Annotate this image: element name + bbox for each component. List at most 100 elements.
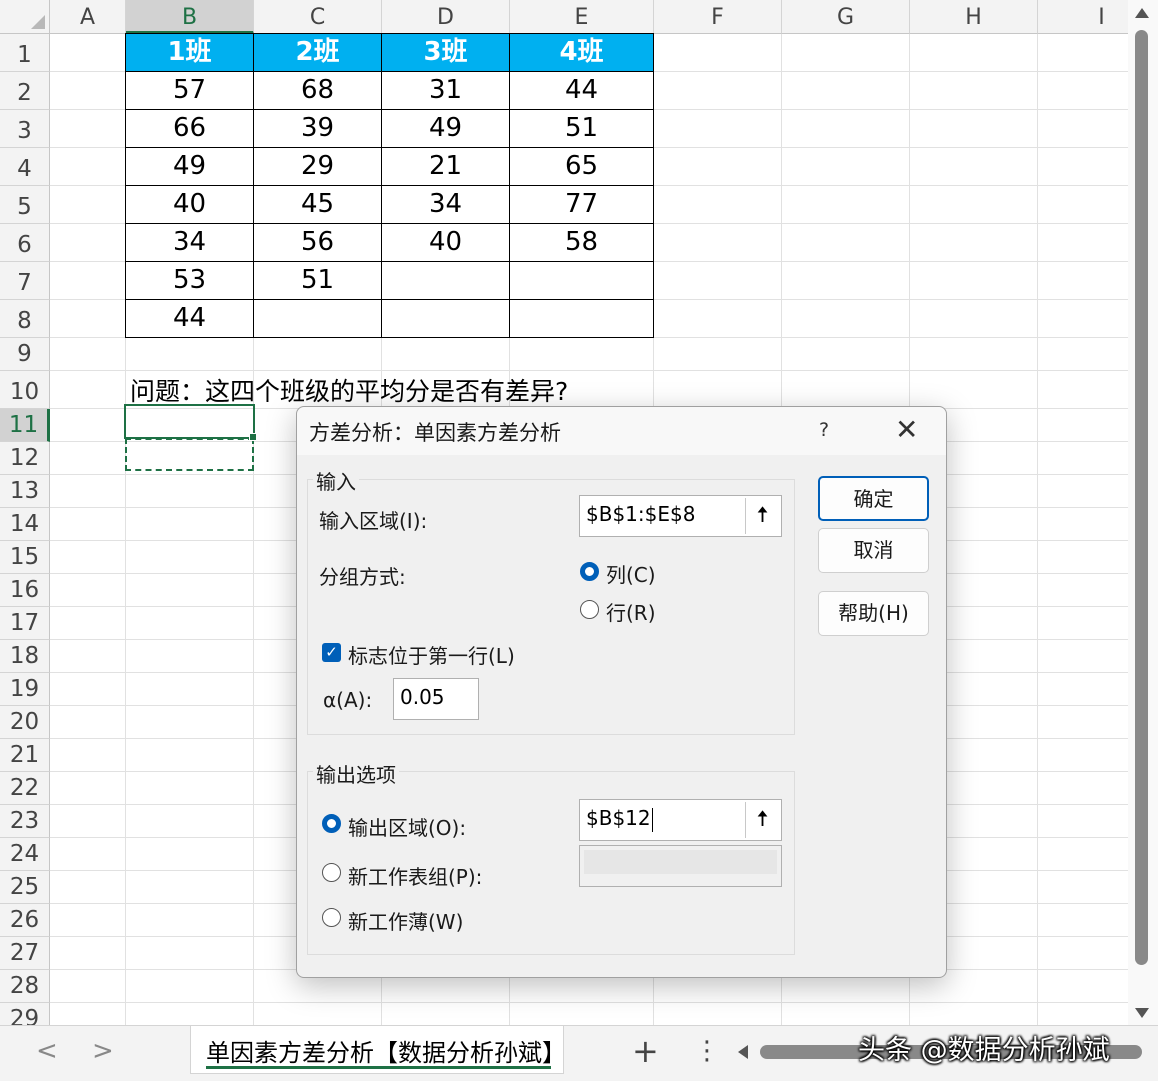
input-range-field[interactable]: $B$1:$E$8 🠅 bbox=[579, 495, 782, 537]
table-cell[interactable]: 45 bbox=[253, 185, 382, 224]
more-options-icon[interactable]: ⋮ bbox=[694, 1036, 720, 1066]
help-button[interactable]: 帮助(H) bbox=[818, 591, 929, 636]
column-header-e[interactable]: E bbox=[510, 0, 654, 34]
table-header-class3[interactable]: 3班 bbox=[381, 33, 510, 72]
row-header-12[interactable]: 12 bbox=[0, 442, 50, 475]
table-header-class4[interactable]: 4班 bbox=[509, 33, 654, 72]
table-cell[interactable]: 44 bbox=[509, 71, 654, 110]
table-cell[interactable]: 40 bbox=[381, 223, 510, 262]
row-header-16[interactable]: 16 bbox=[0, 574, 50, 607]
row-header-23[interactable]: 23 bbox=[0, 805, 50, 838]
row-header-17[interactable]: 17 bbox=[0, 607, 50, 640]
table-cell[interactable] bbox=[253, 299, 382, 338]
table-cell[interactable]: 29 bbox=[253, 147, 382, 186]
row-header-7[interactable]: 7 bbox=[0, 262, 50, 300]
row-header-9[interactable]: 9 bbox=[0, 338, 50, 371]
row-header-18[interactable]: 18 bbox=[0, 640, 50, 673]
ok-button[interactable]: 确定 bbox=[818, 476, 929, 521]
column-header-f[interactable]: F bbox=[654, 0, 782, 34]
table-cell[interactable] bbox=[509, 299, 654, 338]
row-header-26[interactable]: 26 bbox=[0, 904, 50, 937]
row-header-21[interactable]: 21 bbox=[0, 739, 50, 772]
column-header-i[interactable]: I bbox=[1038, 0, 1128, 34]
row-header-4[interactable]: 4 bbox=[0, 148, 50, 186]
grouping-column-radio[interactable] bbox=[580, 562, 599, 581]
column-header-c[interactable]: C bbox=[254, 0, 382, 34]
column-header-d[interactable]: D bbox=[382, 0, 510, 34]
new-workbook-radio[interactable] bbox=[322, 908, 341, 927]
output-range-field[interactable]: $B$12 🠅 bbox=[579, 799, 782, 841]
row-header-28[interactable]: 28 bbox=[0, 970, 50, 1003]
close-icon[interactable]: ✕ bbox=[895, 413, 918, 446]
row-header-13[interactable]: 13 bbox=[0, 475, 50, 508]
table-cell[interactable]: 58 bbox=[509, 223, 654, 262]
table-cell[interactable]: 53 bbox=[125, 261, 254, 300]
question-text[interactable]: 问题：这四个班级的平均分是否有差异? bbox=[130, 372, 568, 408]
new-worksheet-radio[interactable] bbox=[322, 863, 341, 882]
row-header-19[interactable]: 19 bbox=[0, 673, 50, 706]
sheet-tab-active[interactable]: 单因素方差分析【数据分析孙斌】 bbox=[190, 1026, 566, 1074]
scroll-left-icon[interactable] bbox=[738, 1045, 748, 1059]
table-cell[interactable]: 44 bbox=[125, 299, 254, 338]
row-header-5[interactable]: 5 bbox=[0, 186, 50, 224]
scroll-down-icon[interactable] bbox=[1135, 1008, 1149, 1018]
labels-first-row-checkbox[interactable]: ✓ bbox=[322, 643, 341, 662]
select-all-corner[interactable] bbox=[0, 0, 50, 34]
table-cell[interactable]: 65 bbox=[509, 147, 654, 186]
column-header-b[interactable]: B bbox=[126, 0, 254, 34]
row-header-8[interactable]: 8 bbox=[0, 300, 50, 338]
table-cell[interactable]: 51 bbox=[509, 109, 654, 148]
table-cell[interactable] bbox=[381, 261, 510, 300]
row-header-22[interactable]: 22 bbox=[0, 772, 50, 805]
vertical-scroll-thumb[interactable] bbox=[1135, 30, 1148, 965]
help-icon[interactable]: ? bbox=[819, 419, 829, 441]
table-cell[interactable]: 56 bbox=[253, 223, 382, 262]
row-header-11[interactable]: 11 bbox=[0, 409, 50, 442]
row-header-6[interactable]: 6 bbox=[0, 224, 50, 262]
column-header-g[interactable]: G bbox=[782, 0, 910, 34]
table-cell[interactable]: 51 bbox=[253, 261, 382, 300]
dialog-titlebar[interactable]: 方差分析：单因素方差分析 ? ✕ bbox=[297, 407, 946, 455]
labels-first-row-label[interactable]: 标志位于第一行(L) bbox=[348, 640, 515, 669]
next-sheet-icon[interactable]: > bbox=[92, 1036, 114, 1066]
row-header-1[interactable]: 1 bbox=[0, 34, 50, 72]
add-sheet-icon[interactable]: + bbox=[632, 1032, 659, 1070]
table-cell[interactable]: 68 bbox=[253, 71, 382, 110]
row-header-14[interactable]: 14 bbox=[0, 508, 50, 541]
table-cell[interactable] bbox=[509, 261, 654, 300]
grouping-row-label[interactable]: 行(R) bbox=[606, 597, 656, 626]
prev-sheet-icon[interactable]: < bbox=[36, 1036, 58, 1066]
table-cell[interactable]: 34 bbox=[125, 223, 254, 262]
vertical-scrollbar[interactable] bbox=[1128, 0, 1158, 1025]
new-worksheet-label[interactable]: 新工作表组(P): bbox=[348, 861, 482, 890]
row-header-27[interactable]: 27 bbox=[0, 937, 50, 970]
grouping-column-label[interactable]: 列(C) bbox=[606, 559, 656, 588]
table-header-class2[interactable]: 2班 bbox=[253, 33, 382, 72]
new-workbook-label[interactable]: 新工作薄(W) bbox=[348, 906, 463, 935]
column-header-h[interactable]: H bbox=[910, 0, 1038, 34]
row-header-10[interactable]: 10 bbox=[0, 371, 50, 409]
table-cell[interactable]: 49 bbox=[381, 109, 510, 148]
table-cell[interactable]: 34 bbox=[381, 185, 510, 224]
table-cell[interactable]: 39 bbox=[253, 109, 382, 148]
output-range-collapse-icon[interactable]: 🠅 bbox=[745, 802, 779, 838]
output-range-label[interactable]: 输出区域(O): bbox=[348, 812, 466, 841]
row-header-25[interactable]: 25 bbox=[0, 871, 50, 904]
table-cell[interactable]: 21 bbox=[381, 147, 510, 186]
row-header-3[interactable]: 3 bbox=[0, 110, 50, 148]
cancel-button[interactable]: 取消 bbox=[818, 528, 929, 573]
row-header-15[interactable]: 15 bbox=[0, 541, 50, 574]
input-range-collapse-icon[interactable]: 🠅 bbox=[745, 498, 779, 534]
selected-cell-b11[interactable] bbox=[124, 404, 257, 441]
scroll-up-icon[interactable] bbox=[1135, 8, 1149, 18]
column-header-a[interactable]: A bbox=[50, 0, 126, 34]
alpha-field[interactable]: 0.05 bbox=[393, 678, 479, 720]
row-header-2[interactable]: 2 bbox=[0, 72, 50, 110]
table-cell[interactable]: 57 bbox=[125, 71, 254, 110]
table-header-class1[interactable]: 1班 bbox=[125, 33, 254, 72]
table-cell[interactable]: 66 bbox=[125, 109, 254, 148]
row-header-24[interactable]: 24 bbox=[0, 838, 50, 871]
table-cell[interactable]: 40 bbox=[125, 185, 254, 224]
table-cell[interactable]: 77 bbox=[509, 185, 654, 224]
table-cell[interactable] bbox=[381, 299, 510, 338]
